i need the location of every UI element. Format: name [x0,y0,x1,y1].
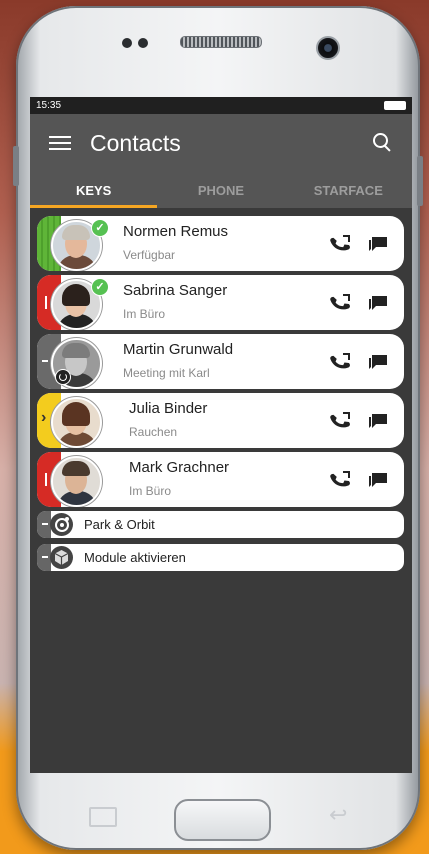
page-title: Contacts [90,129,181,156]
call-icon[interactable] [328,409,352,433]
chat-icon[interactable] [366,291,390,315]
module-row-module-aktivieren[interactable]: Module aktivieren [37,544,404,571]
contact-card-sabrina-sanger[interactable]: ✓ Sabrina Sanger Im Büro [37,275,404,330]
sensor-dot [122,38,132,48]
cube-icon [50,546,73,569]
avatar [51,456,102,507]
contact-status: Verfügbar [123,248,176,262]
chat-icon[interactable] [366,232,390,256]
call-icon[interactable] [328,350,352,374]
app-screen: 15:35 Contacts KEYS PHONE STARFACE ✓ Nor… [30,97,412,773]
dnd-status-icon [55,369,71,385]
contact-status: Meeting mit Karl [123,366,210,380]
call-icon[interactable] [328,468,352,492]
checkmark-icon: ✓ [91,219,109,237]
contact-list: ✓ Normen Remus Verfügbar ✓ Sabrina Sange… [30,208,412,571]
tab-phone[interactable]: PHONE [157,172,284,208]
contact-name: Mark Grachner [129,459,230,476]
chat-icon[interactable] [366,350,390,374]
volume-button [13,146,19,186]
tab-keys[interactable]: KEYS [30,172,158,208]
contact-status: Rauchen [129,425,178,439]
front-camera [316,36,340,60]
module-stripe [37,511,51,538]
module-label: Module aktivieren [84,550,186,565]
checkmark-icon: ✓ [91,278,109,296]
back-button[interactable]: ↩ [329,802,347,828]
call-icon[interactable] [328,232,352,256]
home-button[interactable] [174,799,271,841]
chat-icon[interactable] [366,468,390,492]
call-icon[interactable] [328,291,352,315]
chat-icon[interactable] [366,409,390,433]
contact-card-normen-remus[interactable]: ✓ Normen Remus Verfügbar [37,216,404,271]
status-bar: 15:35 [30,97,412,114]
tab-bar: KEYS PHONE STARFACE [30,172,412,208]
power-button [417,156,423,206]
module-label: Park & Orbit [84,517,155,532]
contact-card-mark-grachner[interactable]: Mark Grachner Im Büro [37,452,404,507]
contact-status: Im Büro [129,484,172,498]
park-orbit-icon [50,513,73,536]
contact-card-martin-grunwald[interactable]: Martin Grunwald Meeting mit Karl [37,334,404,389]
sensor-dot [138,38,148,48]
app-bar: Contacts [30,114,412,172]
earpiece-speaker [180,36,262,48]
contact-name: Sabrina Sanger [123,282,228,299]
status-time: 15:35 [36,100,62,111]
avatar [51,397,102,448]
contact-name: Normen Remus [123,223,229,240]
tab-starface[interactable]: STARFACE [285,172,412,208]
search-icon[interactable] [370,130,396,156]
menu-icon[interactable] [49,136,71,150]
module-stripe [37,544,51,571]
contact-status: Im Büro [123,307,166,321]
contact-card-julia-binder[interactable]: › Julia Binder Rauchen [37,393,404,448]
chevron-right-icon: › [41,409,47,426]
module-row-park-orbit[interactable]: Park & Orbit [37,511,404,538]
recent-apps-button[interactable] [89,807,117,827]
contact-name: Martin Grunwald [123,341,234,358]
contact-name: Julia Binder [129,400,208,417]
battery-icon [384,101,406,110]
